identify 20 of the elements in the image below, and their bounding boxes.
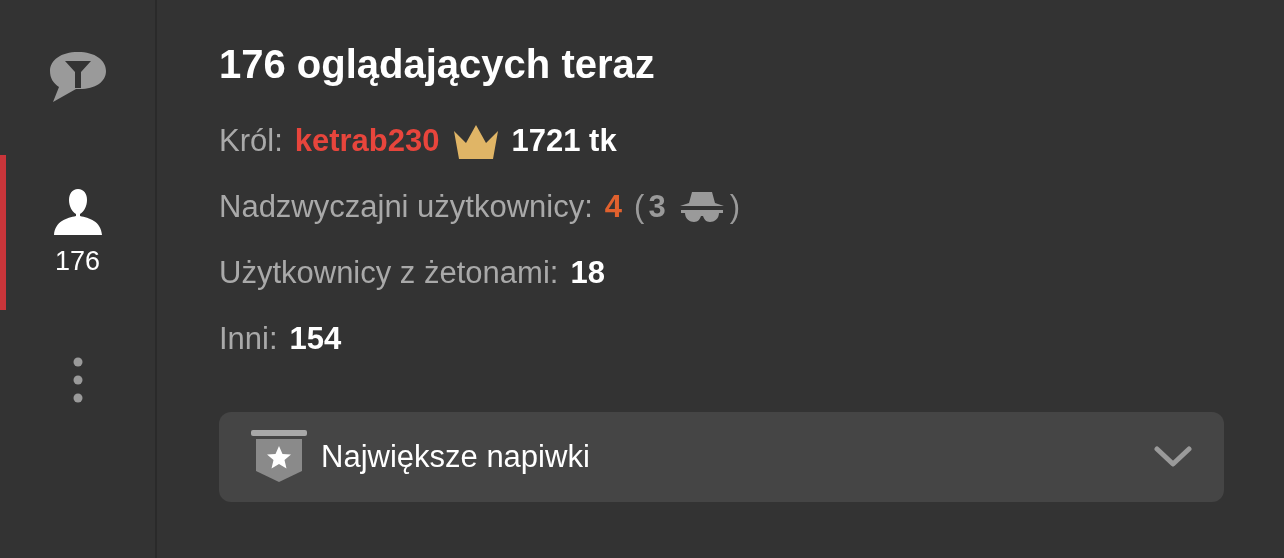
user-icon <box>52 188 103 236</box>
viewers-title: 176 oglądających teraz <box>219 41 656 88</box>
users-tab[interactable]: 176 <box>0 155 149 310</box>
paren: ( <box>634 189 645 225</box>
stat-label: Użytkownicy z żetonami: <box>219 255 559 291</box>
stat-label: Inni: <box>219 321 278 357</box>
star-badge-icon <box>251 430 307 484</box>
more-icon <box>71 357 84 403</box>
crown-icon <box>451 123 500 159</box>
stat-label: Król: <box>219 123 283 159</box>
chevron-icon <box>1154 446 1192 468</box>
stat-label: Nadzwyczajni użytkownicy: <box>219 189 593 225</box>
top-tips-dropdown[interactable]: Największe napiwki <box>219 412 1224 502</box>
stat-value: 18 <box>570 255 605 291</box>
stat-value: 154 <box>289 321 342 357</box>
special-count: 4 <box>604 189 623 225</box>
hidden-count: 3 <box>648 189 666 225</box>
tip-amount: 1721 tk <box>511 123 617 159</box>
chat-filter-icon <box>47 50 108 104</box>
paren: ) <box>729 189 740 225</box>
